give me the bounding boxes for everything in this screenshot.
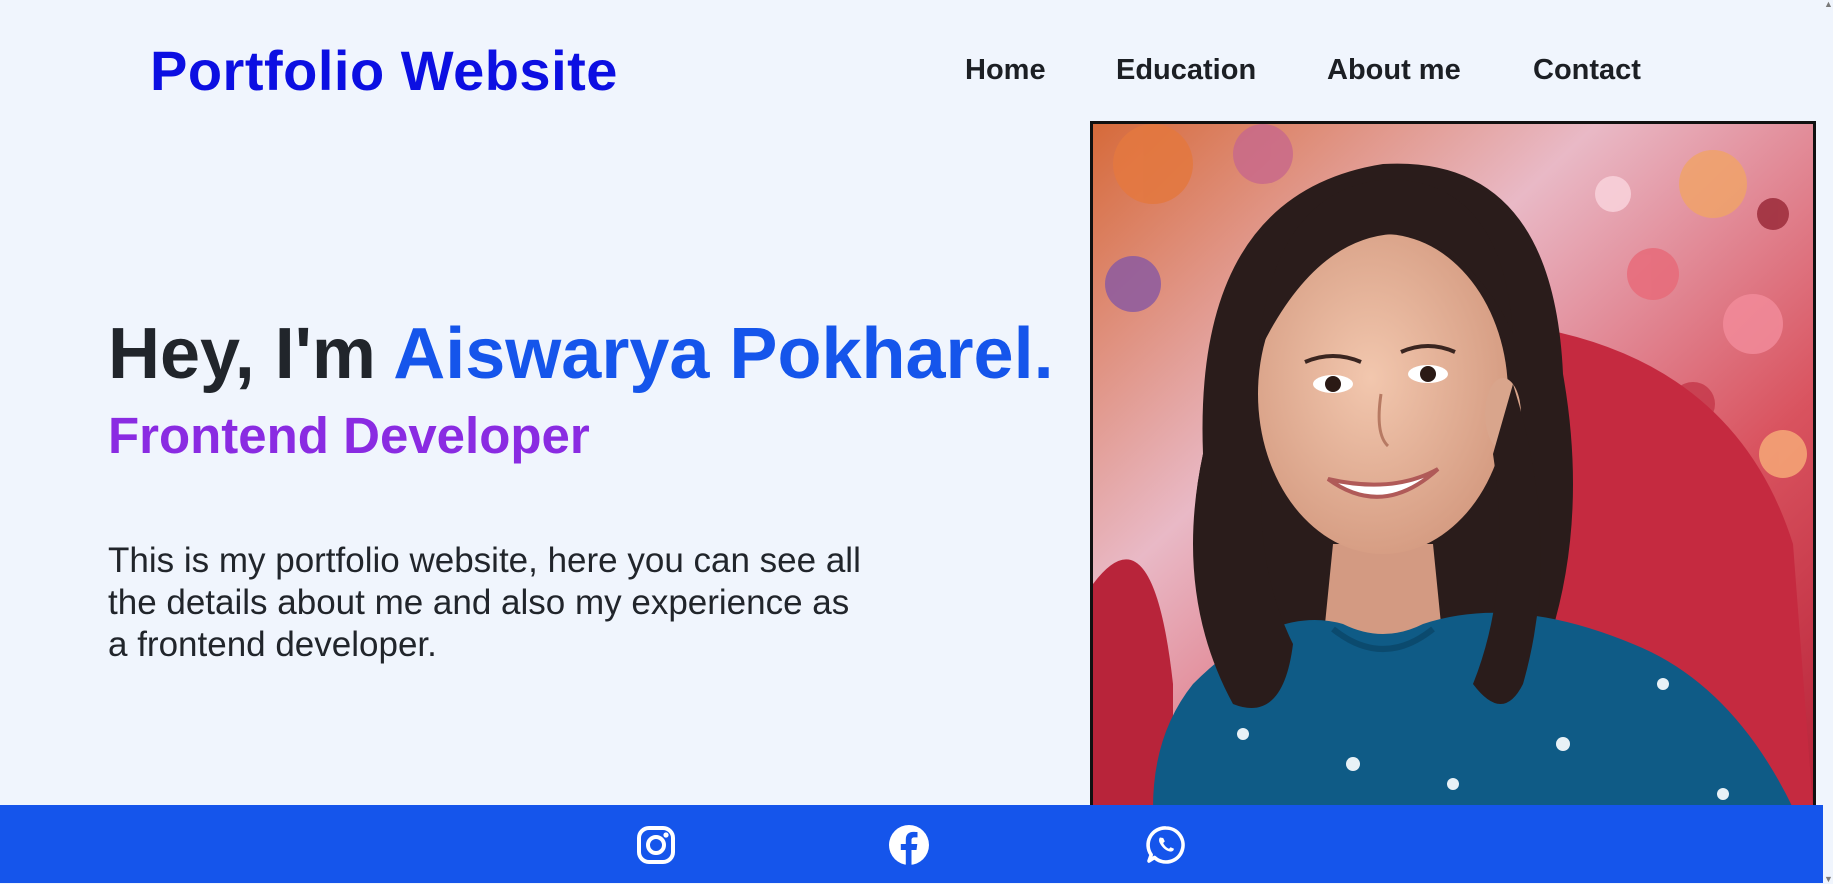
profile-photo bbox=[1090, 121, 1816, 811]
facebook-icon[interactable] bbox=[888, 824, 930, 866]
social-footer bbox=[0, 805, 1823, 883]
hero-intro: This is my portfolio website, here you c… bbox=[108, 541, 861, 664]
scroll-down-icon[interactable]: ▼ bbox=[1824, 875, 1833, 884]
site-header: Portfolio Website Home Education About m… bbox=[0, 0, 1833, 120]
scrollbar[interactable]: ▲ ▼ bbox=[1823, 0, 1833, 884]
scroll-up-icon[interactable]: ▲ bbox=[1824, 0, 1833, 9]
greeting-prefix: Hey, I'm bbox=[108, 314, 394, 394]
whatsapp-icon[interactable] bbox=[1145, 824, 1187, 866]
nav-link-about-me[interactable]: About me bbox=[1327, 52, 1461, 88]
nav-link-home[interactable]: Home bbox=[965, 52, 1046, 88]
nav-link-contact[interactable]: Contact bbox=[1533, 52, 1641, 88]
hero-role: Frontend Developer bbox=[108, 407, 590, 464]
instagram-icon[interactable] bbox=[635, 824, 677, 866]
hero-greeting: Hey, I'm Aiswarya Pokharel. bbox=[108, 312, 1054, 396]
hero-name: Aiswarya Pokharel. bbox=[393, 314, 1054, 394]
main-nav: Home Education About me Contact bbox=[0, 52, 1833, 92]
person-photo-illustration bbox=[1093, 124, 1813, 808]
nav-link-education[interactable]: Education bbox=[1116, 52, 1256, 88]
